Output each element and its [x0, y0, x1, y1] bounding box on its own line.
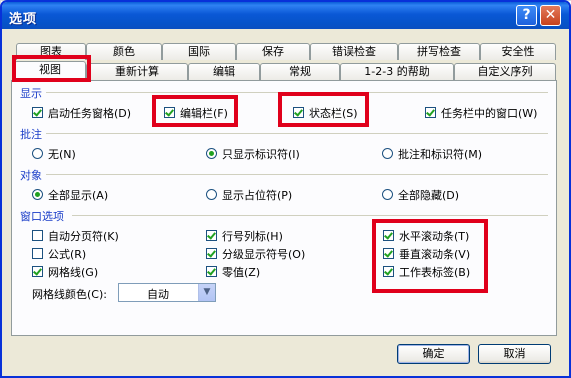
section-divider: [46, 92, 548, 93]
label-page-breaks: 自动分页符(K): [48, 230, 119, 243]
label-hide-all: 全部隐藏(D): [398, 189, 460, 202]
label-formulas: 公式(R): [48, 248, 87, 261]
radio-hide-all[interactable]: [382, 189, 393, 200]
label-horizontal-scrollbar: 水平滚动条(T): [399, 230, 470, 243]
label-formula-bar: 编辑栏(F): [180, 107, 228, 120]
checkbox-outline-symbols[interactable]: [206, 248, 217, 259]
checkbox-windows-in-taskbar[interactable]: [425, 107, 436, 118]
checkbox-vertical-scrollbar[interactable]: [383, 248, 394, 259]
section-divider: [46, 133, 548, 134]
label-indicator-only: 只显示标识符(I): [222, 148, 300, 161]
label-outline-symbols: 分级显示符号(O): [222, 248, 306, 261]
label-gridlines: 网格线(G): [48, 266, 99, 279]
gridline-color-select[interactable]: 自动 ▼: [118, 283, 216, 302]
checkbox-row-column-headers[interactable]: [206, 230, 217, 241]
checkbox-horizontal-scrollbar[interactable]: [383, 230, 394, 241]
label-vertical-scrollbar: 垂直滚动条(V): [399, 248, 471, 261]
label-show-placeholders: 显示占位符(P): [222, 189, 293, 202]
label-row-column-headers: 行号列标(H): [222, 230, 283, 243]
label-startup-task-pane: 启动任务窗格(D): [48, 107, 132, 120]
checkbox-formulas[interactable]: [32, 248, 43, 259]
label-status-bar: 状态栏(S): [309, 107, 358, 120]
gridline-color-value: 自动: [147, 288, 169, 301]
section-display-label: 显示: [20, 87, 42, 100]
label-zero-values: 零值(Z): [222, 266, 261, 279]
checkbox-startup-task-pane[interactable]: [32, 107, 43, 118]
label-windows-in-taskbar: 任务栏中的窗口(W): [441, 107, 538, 120]
checkbox-zero-values[interactable]: [206, 266, 217, 277]
label-comment-and-indicator: 批注和标识符(M): [398, 148, 483, 161]
label-gridline-color: 网格线颜色(C):: [32, 288, 107, 301]
cancel-button[interactable]: 取消: [478, 344, 551, 364]
radio-show-placeholders[interactable]: [206, 189, 217, 200]
radio-comment-and-indicator[interactable]: [382, 148, 393, 159]
section-divider: [72, 215, 548, 216]
section-divider: [46, 174, 548, 175]
checkbox-gridlines[interactable]: [32, 266, 43, 277]
label-comments-none: 无(N): [48, 148, 76, 161]
label-sheet-tabs: 工作表标签(B): [399, 266, 471, 279]
checkbox-formula-bar[interactable]: [164, 107, 175, 118]
highlight-view-tab: [12, 55, 91, 82]
section-comments-label: 批注: [20, 128, 42, 141]
radio-comments-none[interactable]: [32, 148, 43, 159]
radio-indicator-only[interactable]: [206, 148, 217, 159]
section-window-options-label: 窗口选项: [20, 210, 64, 223]
checkbox-page-breaks[interactable]: [32, 230, 43, 241]
section-objects-label: 对象: [20, 169, 42, 182]
checkbox-status-bar[interactable]: [293, 107, 304, 118]
radio-show-all[interactable]: [32, 189, 43, 200]
label-show-all: 全部显示(A): [48, 189, 109, 202]
checkbox-sheet-tabs[interactable]: [383, 266, 394, 277]
chevron-down-icon[interactable]: ▼: [198, 284, 215, 301]
ok-button[interactable]: 确定: [397, 344, 470, 364]
